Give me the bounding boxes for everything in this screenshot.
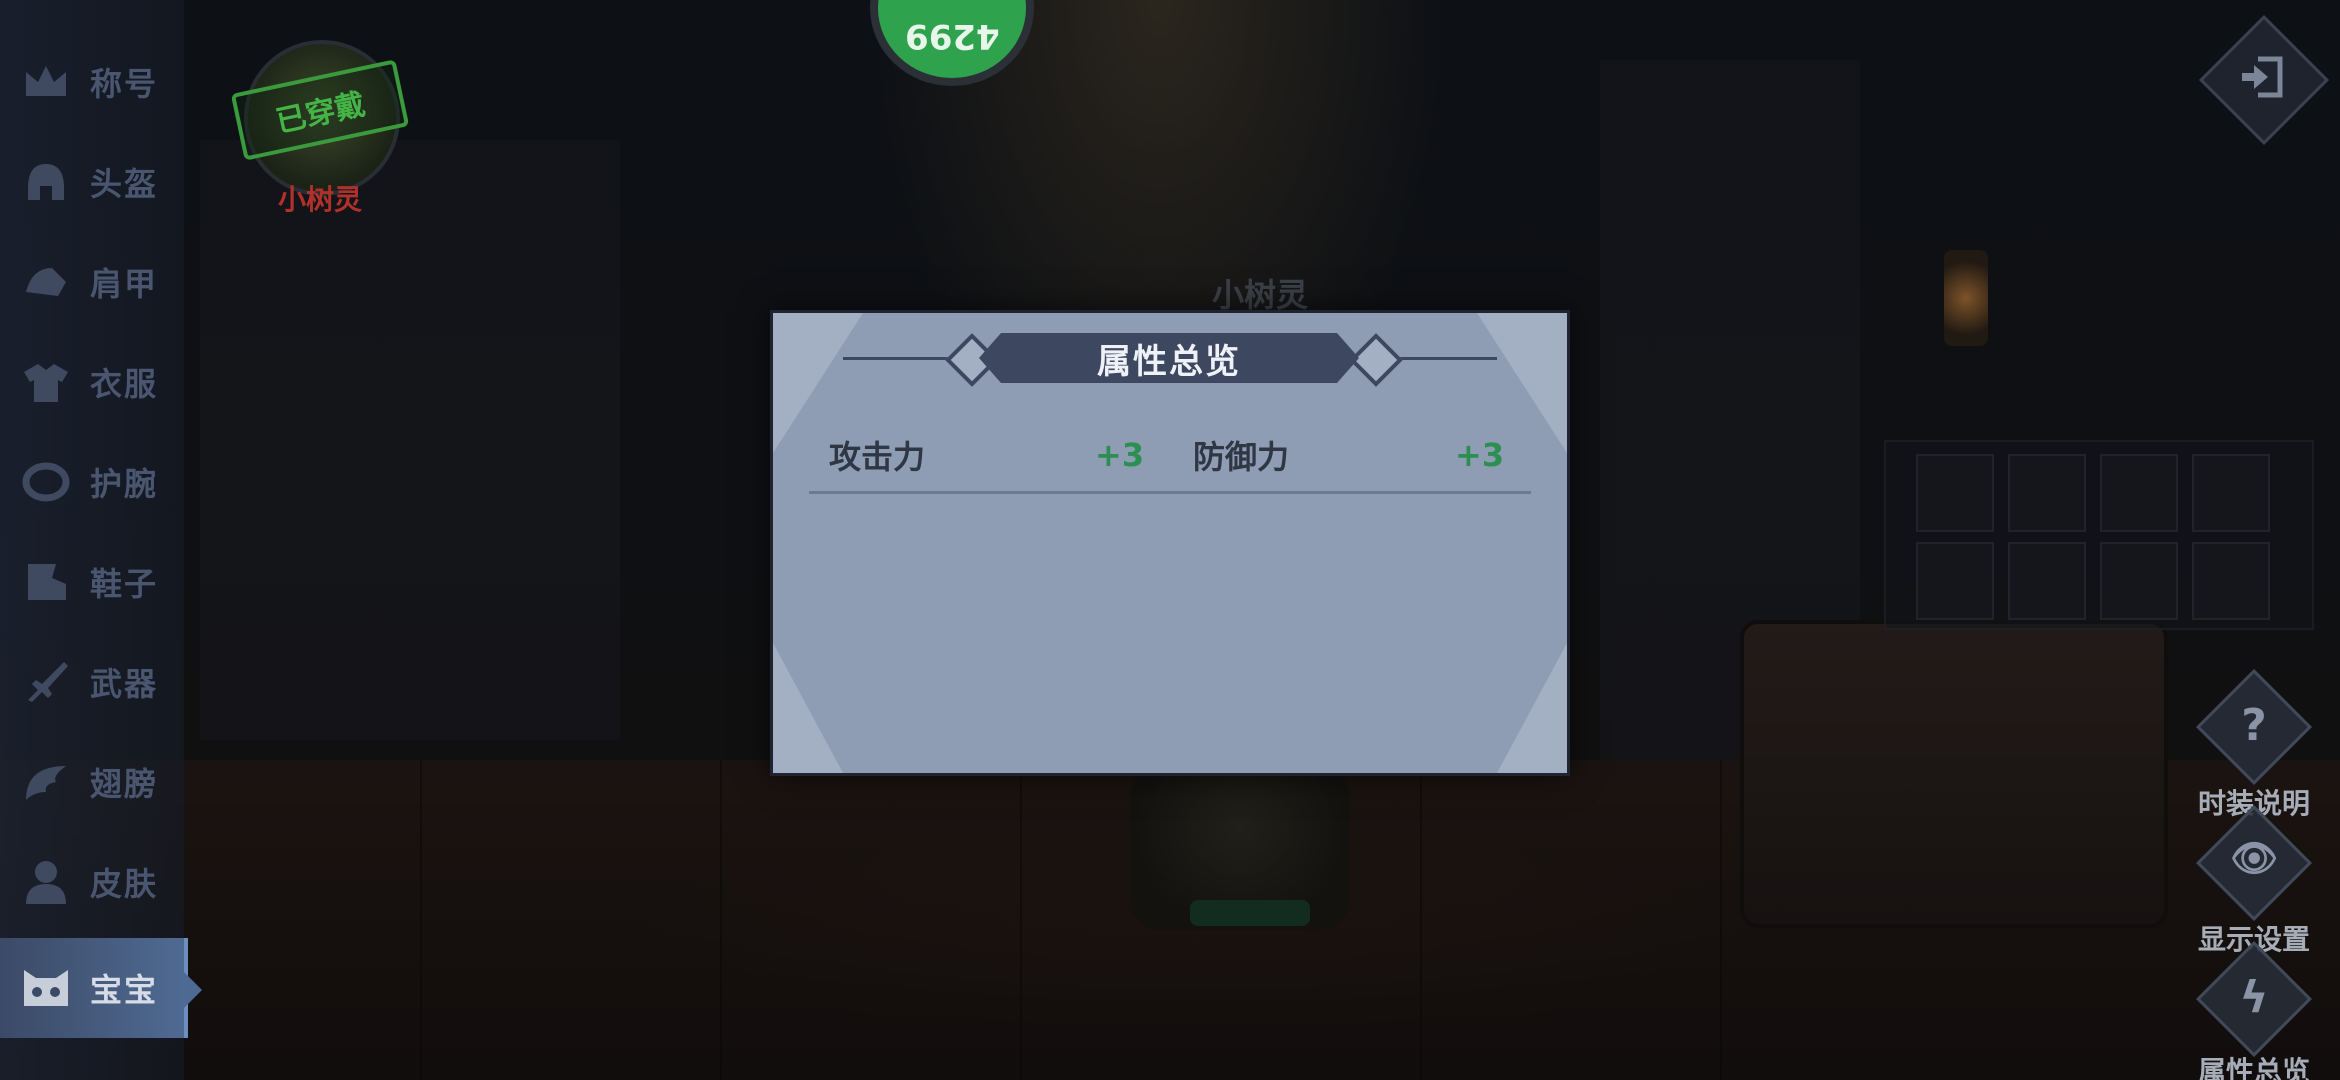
active-tab-arrow [184,972,202,1008]
sidebar-item-clothes[interactable]: 衣服 [0,332,184,432]
person-icon [18,854,74,910]
sidebar-item-shoulder[interactable]: 肩甲 [0,232,184,332]
category-sidebar: 称号 头盔 肩甲 衣服 护腕 鞋子 武器 翅膀 皮肤 宝宝 [0,0,188,1080]
sidebar-item-wings[interactable]: 翅膀 [0,732,184,832]
stat-divider [809,491,1531,494]
question-icon: ? [2241,700,2267,751]
eye-icon: 👁 [2229,836,2279,880]
crown-icon [18,54,74,110]
sidebar-item-label: 武器 [90,665,159,703]
modal-corner [1497,643,1567,773]
sidebar-item-pet[interactable]: 宝宝 [0,938,188,1038]
equipped-pet-name: 小树灵 [277,183,362,216]
stat-value: +3 [1095,436,1145,474]
display-settings-button[interactable]: 👁 显示设置 [2184,805,2324,958]
attribute-overview-modal[interactable]: 属性总览 攻击力 +3 防御力 +3 [770,310,1570,776]
boots-icon [18,554,74,610]
attribute-icon: ϟ [2239,972,2269,1023]
sidebar-item-label: 肩甲 [90,265,159,303]
stat-row: 防御力 +3 [1193,431,1513,479]
sword-icon [18,654,74,710]
shoulder-armor-icon [18,254,74,310]
sidebar-item-label: 衣服 [90,365,159,403]
sidebar-item-title[interactable]: 称号 [0,32,184,132]
sidebar-item-skin[interactable]: 皮肤 [0,832,184,932]
modal-title: 属性总览 [1097,341,1241,382]
bracer-icon [18,454,74,510]
sidebar-item-label: 皮肤 [90,865,159,903]
game-scene: 小树灵 4299 称号 头盔 肩甲 衣服 护腕 鞋子 武器 翅膀 皮肤 宝宝 已… [0,0,2340,1080]
sidebar-item-helmet[interactable]: 头盔 [0,132,184,232]
stat-name: 攻击力 [829,438,926,476]
modal-corner [773,643,843,773]
score-value: 4299 [904,16,1000,56]
exit-icon [2222,42,2302,112]
shirt-icon [18,354,74,410]
stat-name: 防御力 [1193,438,1290,476]
sidebar-item-boots[interactable]: 鞋子 [0,532,184,632]
sidebar-item-label: 鞋子 [90,565,159,603]
sidebar-item-label: 护腕 [90,465,159,503]
sidebar-item-label: 宝宝 [90,971,159,1009]
sidebar-item-weapon[interactable]: 武器 [0,632,184,732]
sidebar-item-label: 头盔 [90,165,159,203]
sidebar-item-label: 翅膀 [90,765,159,803]
costume-info-button[interactable]: ? 时装说明 [2184,669,2324,822]
stat-value: +3 [1455,436,1505,474]
wing-icon [18,754,74,810]
attribute-overview-button[interactable]: ϟ 属性总览 [2184,941,2324,1080]
sidebar-item-bracer[interactable]: 护腕 [0,432,184,532]
equipped-stamp-text: 已穿戴 [273,86,369,140]
stat-row: 攻击力 +3 [829,431,1149,479]
pet-icon [18,960,74,1016]
helmet-icon [18,154,74,210]
modal-title-bar: 属性总览 [979,333,1359,383]
sidebar-item-label: 称号 [90,65,159,103]
